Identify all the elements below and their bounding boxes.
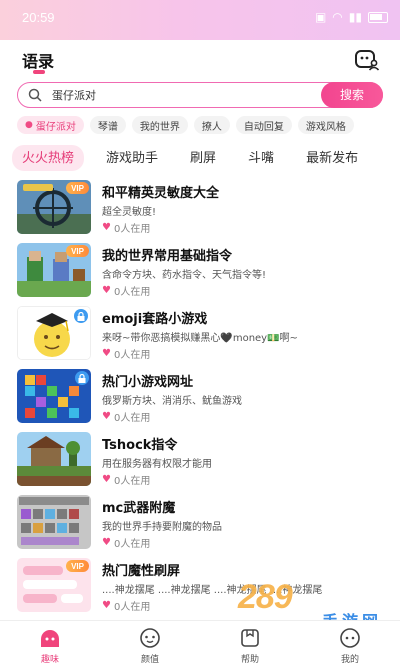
tag-item[interactable]: 琴谱 xyxy=(89,116,126,134)
lock-icon xyxy=(75,371,89,385)
item-desc: 含命令方块、药水指令、天气指令等! xyxy=(102,270,267,281)
bottom-nav: 趣味 颜值 帮助 我的 xyxy=(0,620,400,666)
list-item[interactable]: VIP 和平精英灵敏度大全 超全灵敏度! ♥ 0人在用 xyxy=(0,178,400,241)
item-thumbnail xyxy=(17,495,91,549)
site-watermark: 289 手游网 xyxy=(228,578,398,631)
wifi-icon: ◠ xyxy=(332,10,343,24)
item-thumbnail xyxy=(17,432,91,486)
status-time: 20:59 xyxy=(22,9,55,25)
nav-label: 帮助 xyxy=(240,655,259,665)
tag-item[interactable]: 撩人 xyxy=(193,116,230,134)
signal-icon: ▮▮ xyxy=(348,10,362,24)
heart-icon: ● xyxy=(25,120,33,130)
tab-spam[interactable]: 刷屏 xyxy=(190,145,216,171)
item-thumbnail xyxy=(17,369,91,423)
lock-icon xyxy=(74,309,88,323)
item-desc: 用在服务器有权限才能用 xyxy=(102,459,212,470)
battery-icon xyxy=(368,11,388,23)
title-underline xyxy=(33,70,45,74)
item-desc: 来呀~带你恶搞模拟赚黑心🖤money💵啊~ xyxy=(102,333,298,344)
thumbs-icon: ♥ xyxy=(102,474,111,485)
search-bar: 搜索 xyxy=(17,81,383,108)
thumbs-icon: ♥ xyxy=(102,537,111,548)
sim-icon: ▣ xyxy=(314,10,327,24)
vip-badge: VIP xyxy=(66,560,89,572)
list-item[interactable]: 热门小游戏网址 俄罗斯方块、消消乐、鱿鱼游戏 ♥ 0人在用 xyxy=(0,367,400,430)
nav-label: 趣味 xyxy=(40,655,59,665)
tab-hot[interactable]: 火火热榜 xyxy=(12,145,85,171)
status-bar: 20:59 ▣ ◠ ▮▮ xyxy=(0,0,400,34)
nav-label: 我的 xyxy=(340,655,359,665)
item-users: ♥ 0人在用 xyxy=(102,411,151,424)
search-icon xyxy=(28,88,42,102)
category-tabs: 火火热榜 游戏助手 刷屏 斗嘴 最新发布 xyxy=(12,145,400,171)
item-users: ♥ 0人在用 xyxy=(102,285,151,298)
item-thumbnail: VIP xyxy=(17,558,91,612)
tab-banter[interactable]: 斗嘴 xyxy=(248,145,274,171)
list-item[interactable]: VIP 我的世界常用基础指令 含命令方块、药水指令、天气指令等! ♥ 0人在用 xyxy=(0,241,400,304)
face-icon xyxy=(140,628,160,648)
search-input[interactable] xyxy=(52,86,302,104)
watermark-logo: 289 xyxy=(238,578,293,616)
item-users: ♥ 0人在用 xyxy=(102,222,151,235)
item-title: mc武器附魔 xyxy=(102,501,176,516)
nav-help[interactable]: 帮助 xyxy=(200,621,300,666)
help-icon xyxy=(241,629,259,647)
item-users: ♥ 0人在用 xyxy=(102,600,151,613)
item-title: 和平精英灵敏度大全 xyxy=(102,186,220,201)
status-icons: ▣ ◠ ▮▮ xyxy=(315,10,388,24)
tag-item[interactable]: 我的世界 xyxy=(131,116,188,134)
item-desc: 我的世界手持要附魔的物品 xyxy=(102,522,222,533)
list-item[interactable]: mc武器附魔 我的世界手持要附魔的物品 ♥ 0人在用 xyxy=(0,493,400,556)
item-desc: 俄罗斯方块、消消乐、鱿鱼游戏 xyxy=(102,396,242,407)
nav-fun[interactable]: 趣味 xyxy=(0,621,100,666)
page-header: 语录 xyxy=(0,44,400,80)
item-title: emoji套路小游戏 xyxy=(102,312,208,327)
thumbs-icon: ♥ xyxy=(102,222,111,233)
page-title: 语录 xyxy=(22,52,55,71)
thumbs-icon: ♥ xyxy=(102,411,111,422)
thumbs-icon: ♥ xyxy=(102,348,111,359)
list-item[interactable]: Tshock指令 用在服务器有权限才能用 ♥ 0人在用 xyxy=(0,430,400,493)
thumbs-icon: ♥ xyxy=(102,285,111,296)
item-thumbnail xyxy=(17,306,91,360)
item-title: 热门小游戏网址 xyxy=(102,375,194,390)
vip-badge: VIP xyxy=(66,245,89,257)
thumbs-icon: ♥ xyxy=(102,600,111,611)
tag-item[interactable]: 自动回复 xyxy=(235,116,292,134)
tag-item[interactable]: 游戏风格 xyxy=(297,116,354,134)
nav-looks[interactable]: 颜值 xyxy=(100,621,200,666)
profile-icon xyxy=(340,628,360,648)
item-thumbnail: VIP xyxy=(17,180,91,234)
item-users: ♥ 0人在用 xyxy=(102,474,151,487)
item-users: ♥ 0人在用 xyxy=(102,348,151,361)
item-thumbnail: VIP xyxy=(17,243,91,297)
item-title: 热门魔性刷屏 xyxy=(102,564,181,579)
search-button[interactable]: 搜索 xyxy=(321,81,383,108)
nav-label: 颜值 xyxy=(140,655,159,665)
item-users: ♥ 0人在用 xyxy=(102,537,151,550)
message-user-icon[interactable] xyxy=(354,48,380,72)
tab-game-helper[interactable]: 游戏助手 xyxy=(106,145,158,171)
tab-latest[interactable]: 最新发布 xyxy=(306,145,358,171)
tag-item[interactable]: ● 蛋仔派对 xyxy=(17,116,84,134)
nav-mine[interactable]: 我的 xyxy=(300,621,400,666)
fun-icon xyxy=(41,630,59,647)
hot-tags: ● 蛋仔派对 琴谱 我的世界 撩人 自动回复 游戏风格 xyxy=(17,116,400,136)
item-desc: 超全灵敏度! xyxy=(102,207,157,218)
item-title: 我的世界常用基础指令 xyxy=(102,249,233,264)
list-item[interactable]: emoji套路小游戏 来呀~带你恶搞模拟赚黑心🖤money💵啊~ ♥ 0人在用 xyxy=(0,304,400,367)
vip-badge: VIP xyxy=(66,182,89,194)
item-title: Tshock指令 xyxy=(102,438,178,453)
